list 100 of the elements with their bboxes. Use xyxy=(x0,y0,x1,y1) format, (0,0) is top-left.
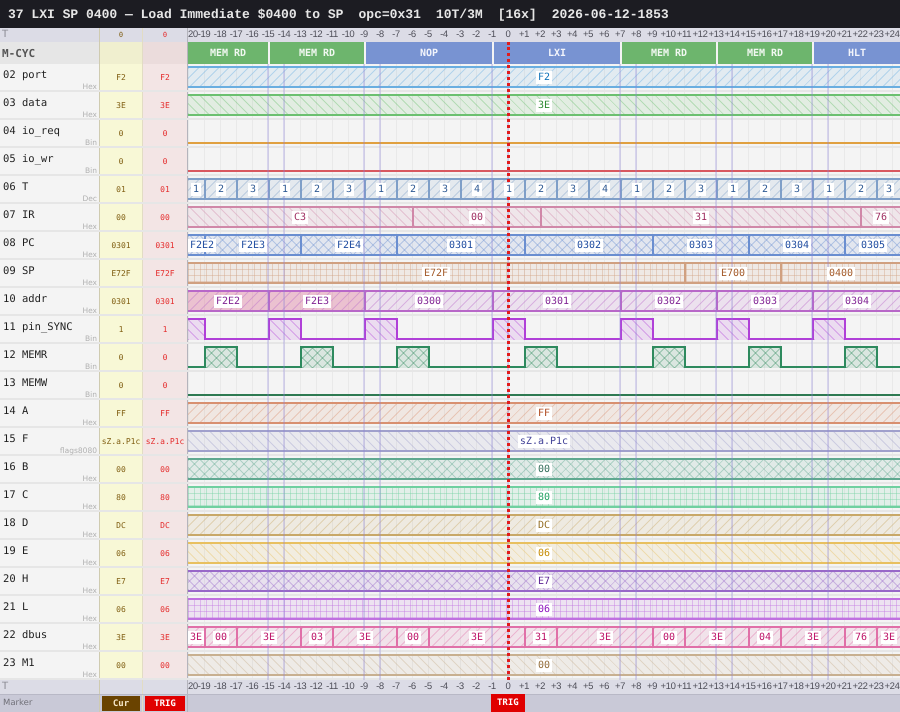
machine-cycle-band: MEM RD xyxy=(188,42,268,64)
trigger-value: FF xyxy=(143,400,188,426)
tick-label: +17 xyxy=(772,681,788,693)
bus-value: 3E xyxy=(536,98,552,112)
tick-label: +2 xyxy=(534,29,546,41)
tick-label: -8 xyxy=(376,29,384,41)
tick-label: -19 xyxy=(198,29,210,41)
tick-label: -14 xyxy=(278,29,290,41)
tick-label: +14 xyxy=(724,29,740,41)
bus-value: 4 xyxy=(600,182,610,196)
row-header: M-CYC xyxy=(0,42,100,64)
bus-value: 0301 xyxy=(446,238,476,252)
tick-label: +11 xyxy=(676,29,692,41)
tick-label: +22 xyxy=(852,681,868,693)
trigger-marker-tag[interactable]: TRIG xyxy=(491,694,525,712)
trigger-value: 0 xyxy=(143,344,188,370)
bus-value: 00 xyxy=(536,462,552,476)
bus-value: 2 xyxy=(312,182,322,196)
trigger-value: 06 xyxy=(143,540,188,566)
tick-label: +7 xyxy=(614,681,626,693)
title-text: 37 LXI SP 0400 — Load Immediate $0400 to SP xyxy=(8,6,344,22)
bus-value: 3E xyxy=(880,630,898,644)
cursor-value: FF xyxy=(100,400,143,426)
tick-label: +8 xyxy=(630,29,642,41)
signal-name: 02 port xyxy=(2,68,48,82)
axis-label: T xyxy=(1,29,8,41)
trigger-value: 0301 xyxy=(143,232,188,258)
bus-value: F2 xyxy=(536,70,552,84)
tick-label: -4 xyxy=(440,29,448,41)
bus-value: F2E4 xyxy=(334,238,364,252)
tick-label: -2 xyxy=(472,29,480,41)
bus-value: 00 xyxy=(468,210,486,224)
tick-label: -9 xyxy=(360,29,368,41)
tick-label: -3 xyxy=(456,681,464,693)
tick-label: +14 xyxy=(724,681,740,693)
cursor-value: E72F xyxy=(100,260,143,286)
signal-name: 17 C xyxy=(2,488,30,502)
tick-label: +18 xyxy=(788,681,804,693)
tick-label: 20 xyxy=(188,29,198,41)
trigger-value: sZ.a.P1c xyxy=(143,428,188,454)
tick-label: 0 xyxy=(506,29,510,41)
bus-value: 0305 xyxy=(858,238,888,252)
bus-value: 1 xyxy=(376,182,386,196)
bus-value: 0303 xyxy=(750,294,780,308)
tick-label: +3 xyxy=(550,29,562,41)
bus-value: 00 xyxy=(404,630,422,644)
cursor-value: 00 xyxy=(100,204,143,230)
title-text: 2026-06-12-1853 xyxy=(552,6,669,22)
bus-value: E72F xyxy=(422,266,450,280)
tick-label: -12 xyxy=(310,29,322,41)
bus-value: E7 xyxy=(536,574,552,588)
tick-label: -7 xyxy=(392,29,400,41)
trigger-value: F2 xyxy=(143,64,188,90)
tick-label: +17 xyxy=(772,29,788,41)
cursor-value: 3E xyxy=(100,624,143,650)
trigger-value: DC xyxy=(143,512,188,538)
bus-value: 3E xyxy=(260,630,278,644)
cursor-value: E7 xyxy=(100,568,143,594)
machine-cycle-band: HLT xyxy=(812,42,900,64)
cursor-value: 0301 xyxy=(100,232,143,258)
tick-label: -7 xyxy=(392,681,400,693)
cursor-value: 0 xyxy=(100,372,143,398)
tick-label: 20 xyxy=(188,681,198,693)
tick-label: -11 xyxy=(326,681,338,693)
tick-label: +20 xyxy=(820,29,836,41)
bus-value: 00 xyxy=(660,630,678,644)
tick-label: -15 xyxy=(262,29,274,41)
bus-value: 2 xyxy=(664,182,674,196)
bus-value: 0302 xyxy=(574,238,604,252)
bus-value: E700 xyxy=(718,266,748,280)
tick-label: +5 xyxy=(582,681,594,693)
bus-value: 04 xyxy=(756,630,774,644)
bus-value: 0400 xyxy=(826,266,856,280)
trigger-value: 0 xyxy=(143,372,188,398)
signal-name: 14 A xyxy=(2,404,30,418)
tick-label: +10 xyxy=(660,681,676,693)
bus-value: 3E xyxy=(708,630,726,644)
tick-label: -16 xyxy=(246,29,258,41)
trigger-value: 01 xyxy=(143,176,188,202)
bus-value: 1 xyxy=(632,182,642,196)
bus-value: 3E xyxy=(468,630,486,644)
bus-value: 3 xyxy=(696,182,706,196)
tick-label: -6 xyxy=(408,29,416,41)
bus-value: 3E xyxy=(356,630,374,644)
signal-name: 12 MEMR xyxy=(2,348,48,362)
bus-value: 3 xyxy=(792,182,802,196)
bus-value: 1 xyxy=(824,182,834,196)
tick-label: +16 xyxy=(756,681,772,693)
signal-name: 03 data xyxy=(2,96,48,110)
signal-name: 10 addr xyxy=(2,292,48,306)
trigger-value: 0 xyxy=(143,120,188,146)
tick-label: +9 xyxy=(646,681,658,693)
machine-cycle-band: MEM RD xyxy=(716,42,812,64)
tick-label: +1 xyxy=(518,681,530,693)
tick-label: -1 xyxy=(488,681,496,693)
tick-label: -5 xyxy=(424,681,432,693)
bus-value: 03 xyxy=(308,630,326,644)
cursor-value: 06 xyxy=(100,596,143,622)
bus-value: 3E xyxy=(804,630,822,644)
axis-label: T xyxy=(1,681,8,693)
